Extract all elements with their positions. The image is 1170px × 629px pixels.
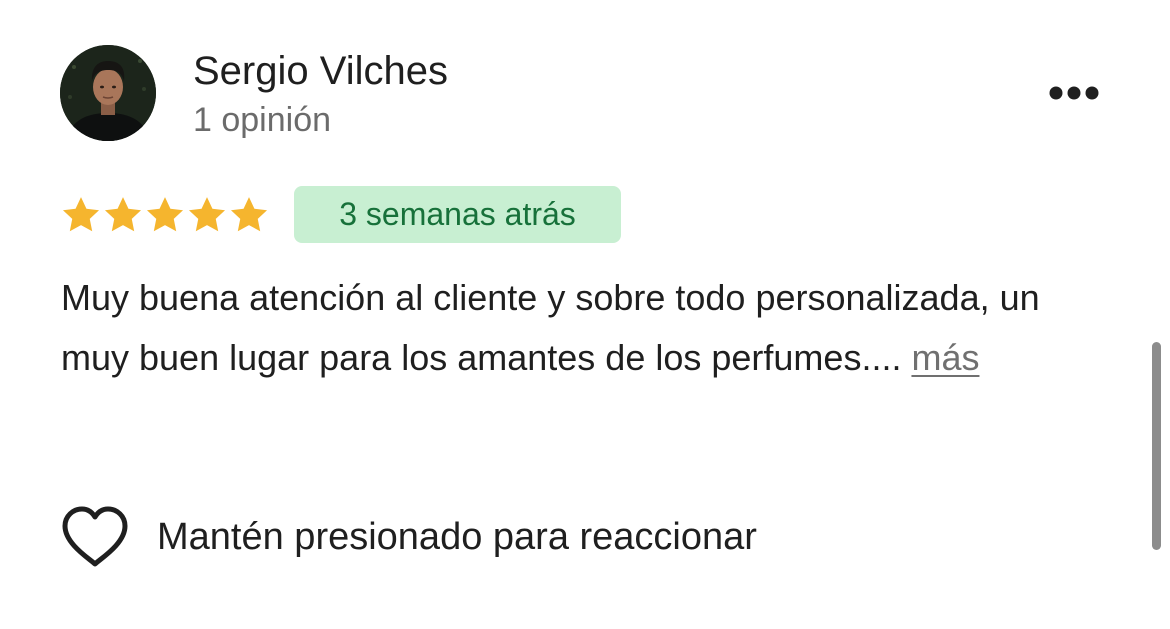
star-icon (146, 197, 184, 232)
scrollbar-thumb[interactable] (1152, 342, 1161, 550)
star-icon (104, 197, 142, 232)
star-icon (188, 197, 226, 232)
heart-outline-icon (62, 506, 128, 567)
star-icon (62, 197, 100, 232)
review-date-badge: 3 semanas atrás (294, 186, 621, 243)
reviewer-name[interactable]: Sergio Vilches (193, 48, 448, 94)
reaction-button[interactable]: Mantén presionado para reaccionar (60, 504, 757, 570)
review-body: Muy buena atención al cliente y sobre to… (61, 277, 1040, 378)
review-text: Muy buena atención al cliente y sobre to… (61, 268, 1071, 388)
star-rating (60, 193, 270, 237)
avatar[interactable] (60, 45, 156, 141)
more-options-button[interactable] (1040, 76, 1108, 110)
reaction-label: Mantén presionado para reaccionar (157, 516, 757, 558)
profile-photo (60, 45, 156, 141)
more-horizontal-icon (1049, 86, 1099, 100)
reviewer-review-count: 1 opinión (193, 101, 332, 139)
more-link[interactable]: más (911, 337, 979, 378)
star-icon (230, 197, 268, 232)
